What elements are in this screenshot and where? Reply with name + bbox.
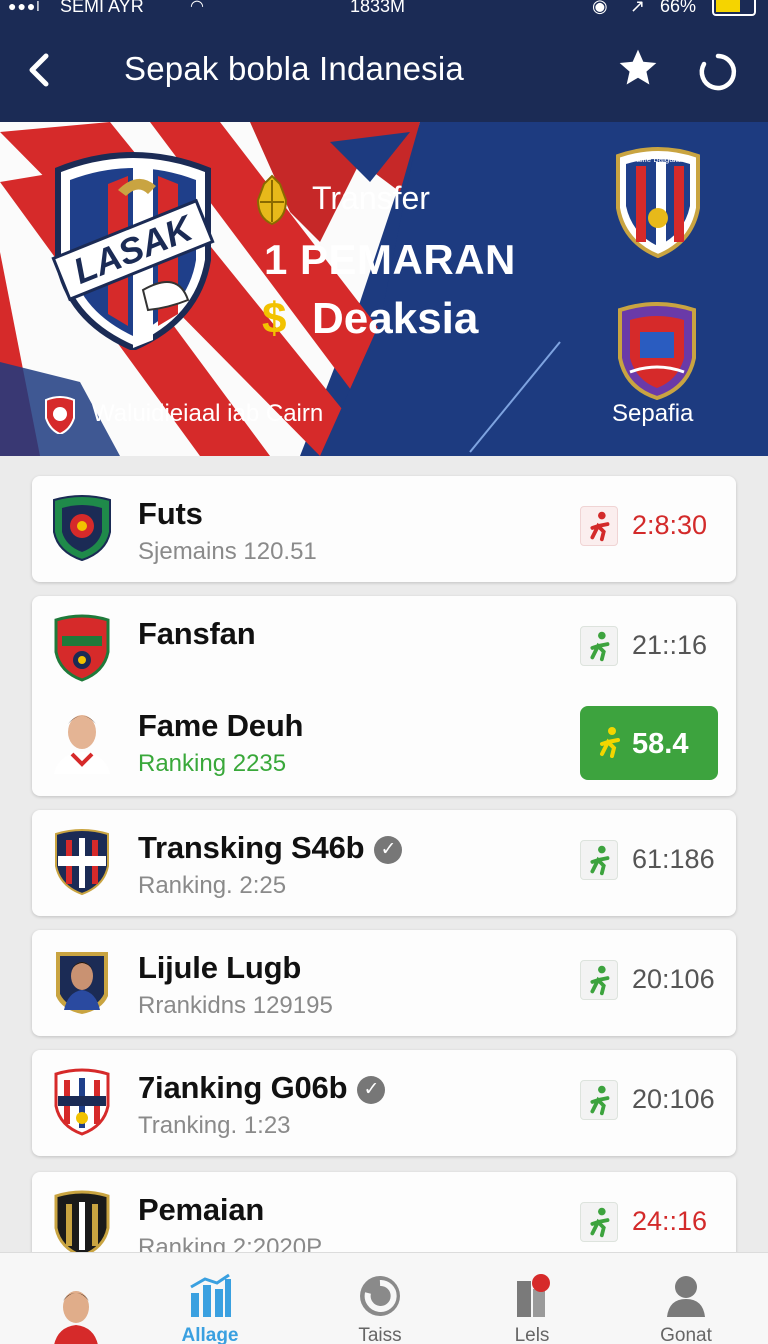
wifi-icon: ◠ — [190, 0, 204, 15]
list-item[interactable]: Transking S46b ✓ Ranking. 2:25 61:186 — [32, 810, 736, 914]
chart-icon — [190, 1273, 231, 1317]
runner-icon — [580, 506, 618, 546]
location-icon: ↗ — [630, 0, 646, 16]
club-crest: LASAK — [51, 152, 215, 350]
list-item[interactable]: 7ianking G06b ✓ Tranking. 1:23 20:106 — [32, 1050, 736, 1154]
banner-caption: Waluidieiaal iab Cairn — [92, 400, 324, 427]
list-card[interactable]: Transking S46b ✓ Ranking. 2:25 61:186 — [32, 810, 736, 916]
row-value: 24::16 — [632, 1206, 708, 1236]
nav-label: Gonat — [660, 1325, 712, 1344]
runner-icon — [580, 626, 618, 666]
row-value: 61:186 — [632, 844, 715, 874]
transfer-label: Transfer — [312, 180, 430, 216]
crest-label: Sepafia — [612, 400, 694, 427]
verified-icon: ✓ — [374, 835, 403, 864]
opponent-crest-top: Falfle Balgalan — [616, 147, 700, 258]
runner-icon — [580, 960, 618, 1000]
row-subtitle: Tranking. 1:23 — [138, 1112, 291, 1139]
row-subtitle: Sjemains 120.51 — [138, 538, 317, 565]
runner-icon — [580, 1080, 618, 1120]
row-value: 20:106 — [632, 1084, 715, 1114]
status-bar: ●●●l SEMI AYR ◠ 1833M ◉ ↗ 66% — [0, 0, 768, 18]
promo-banner[interactable]: LASAK Transfer 1 PEMARAN $ Deaksia Falfl… — [0, 122, 768, 456]
list-item[interactable]: Lijule Lugb Rrankidns 129195 20:106 — [32, 930, 736, 1034]
back-button[interactable] — [22, 48, 58, 92]
row-title: Fame Deuh — [138, 708, 304, 743]
club-crest-icon — [54, 1190, 110, 1258]
star-icon — [619, 49, 657, 85]
refresh-icon — [699, 53, 737, 91]
runner-icon — [580, 840, 618, 880]
row-value: 2:8:30 — [632, 510, 708, 540]
club-crest-icon — [55, 829, 109, 896]
club-crest-icon — [54, 614, 110, 682]
row-title: Transking S46b ✓ — [138, 830, 403, 866]
row-subtitle: Ranking. 2:25 — [138, 872, 287, 899]
player-avatar — [56, 952, 108, 1014]
score-value: 58.4 — [632, 728, 689, 760]
row-title: Futs — [138, 496, 203, 531]
verified-icon: ✓ — [357, 1075, 386, 1104]
refresh-button[interactable] — [696, 50, 740, 94]
refresh-icon — [360, 1276, 400, 1316]
pin-icon — [517, 1274, 550, 1317]
app-header: Sepak bobla Indanesia — [0, 18, 768, 122]
nav-label: Taiss — [358, 1325, 402, 1344]
score-badge[interactable]: 58.4 — [580, 706, 718, 780]
person-icon — [667, 1276, 705, 1317]
transfer-icon — [256, 174, 288, 226]
nav-tab-taiss[interactable]: Taiss — [320, 1271, 440, 1344]
row-subtitle: Ranking 2235 — [138, 750, 287, 777]
sponsor-logo — [45, 396, 75, 434]
list-card[interactable]: Fansfan 21::16 Fame Deuh Ranking 2235 58… — [32, 596, 736, 796]
nav-tab-gonat[interactable]: Gonat — [626, 1271, 746, 1344]
svg-text:Falfle Balgalan: Falfle Balgalan — [632, 155, 685, 164]
signal-icon: ●●●l — [8, 0, 41, 14]
row-title: 7ianking G06b ✓ — [138, 1070, 386, 1106]
runner-icon — [580, 1202, 618, 1242]
row-title: Lijule Lugb — [138, 950, 302, 985]
favorite-button[interactable] — [614, 46, 662, 94]
page-title: Sepak bobla Indanesia — [124, 50, 464, 87]
list-item[interactable]: Fansfan 21::16 — [32, 596, 736, 700]
row-subtitle: Rrankidns 129195 — [138, 992, 333, 1019]
carrier-label: SEMI AYR — [60, 0, 144, 16]
nav-label: Allage — [181, 1325, 239, 1344]
player-avatar — [54, 715, 110, 774]
row-title: Fansfan — [138, 616, 256, 651]
row-title: Pemaian — [138, 1192, 265, 1227]
list-card[interactable]: Lijule Lugb Rrankidns 129195 20:106 — [32, 930, 736, 1036]
ranking-list: Futs Sjemains 120.51 2:8:30 Fansfan 21::… — [0, 456, 768, 1278]
row-value: 20:106 — [632, 964, 715, 994]
alarm-icon: ◉ — [592, 0, 608, 16]
battery-percent: 66% — [660, 0, 697, 16]
row-value: 21::16 — [632, 630, 708, 660]
bottom-navigation: Allage Taiss Lels Gonat — [0, 1252, 768, 1344]
row-title-text: Transking S46b — [138, 830, 365, 865]
club-crest-icon — [53, 495, 111, 562]
dollar-icon: $ — [262, 294, 287, 343]
chevron-left-icon — [29, 53, 49, 87]
row-title-text: 7ianking G06b — [138, 1070, 348, 1105]
opponent-crest-bottom — [618, 302, 696, 400]
runner-icon — [600, 727, 620, 758]
nav-tab-allage[interactable]: Allage — [150, 1271, 270, 1344]
promo-subheadline: Deaksia — [312, 294, 479, 343]
list-card[interactable]: Futs Sjemains 120.51 2:8:30 — [32, 476, 736, 582]
nav-label: Lels — [514, 1325, 550, 1344]
list-card[interactable]: 7ianking G06b ✓ Tranking. 1:23 20:106 — [32, 1050, 736, 1156]
profile-avatar[interactable] — [50, 1283, 102, 1344]
status-time: 1833M — [350, 0, 406, 16]
nav-tab-lels[interactable]: Lels — [472, 1271, 592, 1344]
promo-headline: 1 PEMARAN — [264, 236, 516, 283]
club-crest-icon — [54, 1068, 110, 1136]
list-item[interactable]: Futs Sjemains 120.51 2:8:30 — [32, 476, 736, 580]
battery-icon — [712, 0, 756, 16]
